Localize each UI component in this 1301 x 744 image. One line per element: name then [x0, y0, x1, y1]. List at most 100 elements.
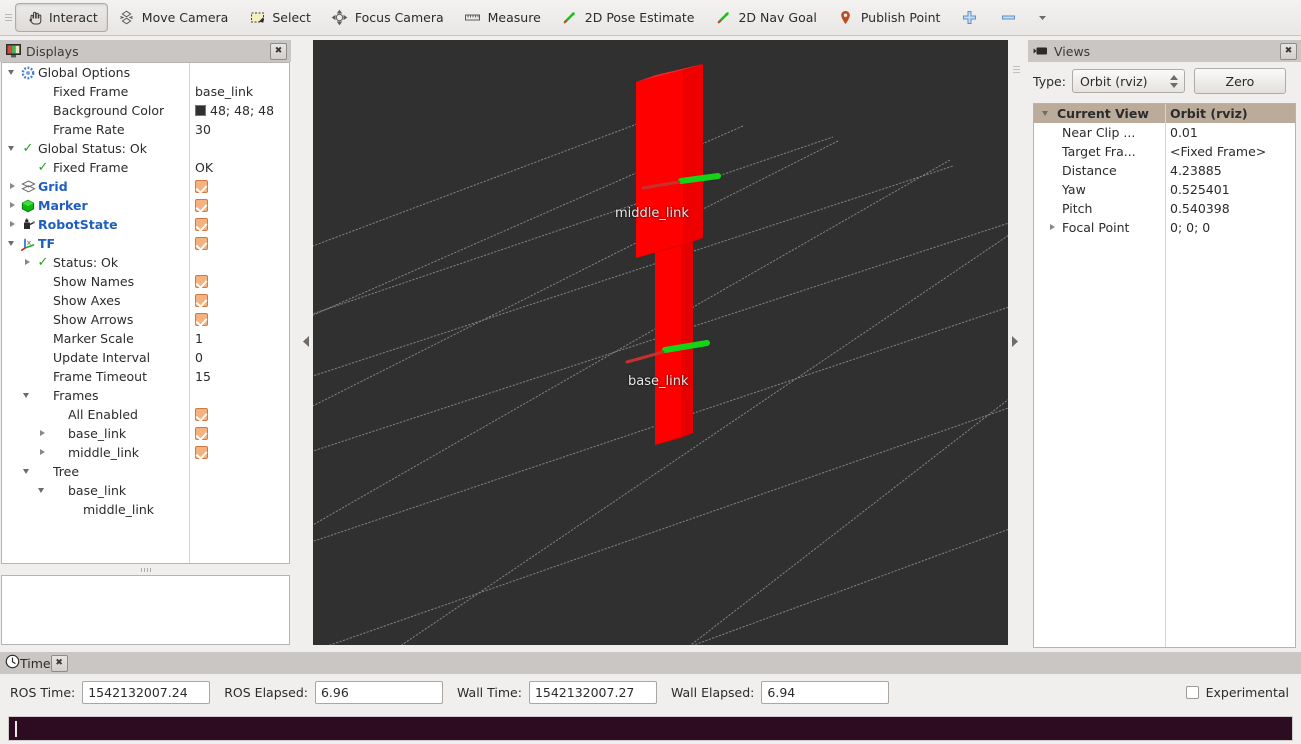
tool-add-plus[interactable] — [950, 3, 994, 32]
checkbox-checked-icon[interactable] — [195, 218, 208, 231]
chevron-down-icon[interactable] — [23, 467, 32, 476]
time-close-button[interactable]: ✖ — [50, 654, 68, 672]
display-tree-row[interactable]: Show Names — [2, 272, 289, 291]
tool-move-camera[interactable]: Move Camera — [108, 3, 239, 32]
view-property-row[interactable]: Yaw 0.525401 — [1034, 180, 1295, 199]
display-tree-row[interactable]: Fixed Frame base_link — [2, 82, 289, 101]
view-property-value[interactable]: 4.23885 — [1170, 161, 1222, 180]
display-tree-row[interactable]: middle_link — [2, 443, 289, 462]
display-tree-row[interactable]: TF — [2, 234, 289, 253]
view-type-combobox[interactable]: Orbit (rviz) — [1071, 69, 1185, 93]
display-enabled-checkbox[interactable] — [195, 291, 208, 310]
tool-2d-nav-goal[interactable]: 2D Nav Goal — [704, 3, 826, 32]
views-close-button[interactable]: ✖ — [1280, 42, 1297, 60]
display-enabled-checkbox[interactable] — [195, 405, 208, 424]
view-property-row[interactable]: Near Clip ... 0.01 — [1034, 123, 1295, 142]
chevron-right-icon[interactable] — [38, 429, 47, 438]
tool-select[interactable]: Select — [238, 3, 321, 32]
display-tree-row[interactable]: ✓ Status: Ok — [2, 253, 289, 272]
spinner-arrows-icon[interactable] — [1169, 74, 1180, 88]
ros-time-input[interactable]: 1542132007.24 — [82, 680, 211, 704]
display-tree-row[interactable]: Marker — [2, 196, 289, 215]
display-enabled-checkbox[interactable] — [195, 215, 208, 234]
chevron-down-icon[interactable] — [23, 391, 32, 400]
tool-2d-pose-estimate[interactable]: 2D Pose Estimate — [551, 3, 705, 32]
toolbar-drag-handle[interactable] — [3, 7, 13, 29]
view-property-row[interactable]: Pitch 0.540398 — [1034, 199, 1295, 218]
view-property-value[interactable]: <Fixed Frame> — [1170, 142, 1266, 161]
display-tree-row[interactable]: Frame Rate 30 — [2, 120, 289, 139]
tool-publish-point[interactable]: Publish Point — [827, 3, 951, 32]
display-tree-row[interactable]: RobotState — [2, 215, 289, 234]
display-enabled-checkbox[interactable] — [195, 234, 208, 253]
chevron-down-icon[interactable] — [38, 486, 47, 495]
zero-button[interactable]: Zero — [1193, 68, 1286, 94]
view-property-value[interactable]: 0.525401 — [1170, 180, 1230, 199]
display-tree-row[interactable]: Background Color 48; 48; 48 — [2, 101, 289, 120]
display-tree-row[interactable]: Show Arrows — [2, 310, 289, 329]
checkbox-checked-icon[interactable] — [195, 313, 208, 326]
tool-focus-camera[interactable]: Focus Camera — [321, 3, 454, 32]
chevron-down-icon[interactable] — [8, 68, 17, 77]
display-tree-row[interactable]: ✓ Global Status: Ok — [2, 139, 289, 158]
chevron-right-icon[interactable] — [1048, 223, 1057, 232]
display-tree-row[interactable]: Marker Scale 1 — [2, 329, 289, 348]
views-tree[interactable]: Current View Orbit (rviz) Near Clip ... 0… — [1033, 103, 1296, 648]
display-tree-row[interactable]: All Enabled — [2, 405, 289, 424]
display-enabled-checkbox[interactable] — [195, 424, 208, 443]
chevron-right-icon[interactable] — [23, 258, 32, 267]
checkbox-checked-icon[interactable] — [195, 294, 208, 307]
checkbox-checked-icon[interactable] — [195, 199, 208, 212]
display-enabled-checkbox[interactable] — [195, 272, 208, 291]
ros-elapsed-input[interactable]: 6.96 — [314, 680, 443, 704]
chevron-right-icon[interactable] — [8, 201, 17, 210]
view-property-row[interactable]: Focal Point 0; 0; 0 — [1034, 218, 1295, 237]
chevron-right-icon[interactable] — [8, 182, 17, 191]
display-tree-row[interactable]: base_link — [2, 424, 289, 443]
display-tree-row[interactable]: base_link — [2, 481, 289, 500]
toolbar-overflow-button[interactable] — [1028, 3, 1056, 32]
terminal-output-bar[interactable] — [8, 716, 1293, 741]
display-tree-row[interactable]: Tree — [2, 462, 289, 481]
current-view-expander[interactable] — [1042, 109, 1051, 118]
tool-interact[interactable]: Interact — [15, 3, 108, 32]
checkbox-checked-icon[interactable] — [195, 427, 208, 440]
wall-elapsed-input[interactable]: 6.94 — [761, 680, 890, 704]
view-property-value[interactable]: 0.01 — [1170, 123, 1198, 142]
view-property-value[interactable]: 0; 0; 0 — [1170, 218, 1210, 237]
display-tree-row[interactable]: middle_link — [2, 500, 289, 519]
view-property-row[interactable]: Target Fra... <Fixed Frame> — [1034, 142, 1295, 161]
display-tree-row[interactable]: Global Options — [2, 63, 289, 82]
tool-remove-minus[interactable] — [994, 3, 1028, 32]
tool-measure[interactable]: Measure — [454, 3, 551, 32]
display-enabled-checkbox[interactable] — [195, 196, 208, 215]
chevron-right-icon[interactable] — [38, 448, 47, 457]
view-property-row[interactable]: Distance 4.23885 — [1034, 161, 1295, 180]
display-tree-row[interactable]: Show Axes — [2, 291, 289, 310]
display-tree-row[interactable]: Grid — [2, 177, 289, 196]
right-splitter[interactable] — [1008, 40, 1021, 645]
chevron-down-icon[interactable] — [8, 144, 17, 153]
3d-render-view[interactable]: middle_link base_link — [313, 40, 1008, 645]
wall-time-input[interactable]: 1542132007.27 — [528, 680, 657, 704]
left-splitter[interactable] — [300, 40, 313, 645]
displays-splitter-handle[interactable] — [0, 565, 291, 574]
display-tree-row[interactable]: Frame Timeout 15 — [2, 367, 289, 386]
displays-tree[interactable]: Global Options Fixed Frame base_link Backgr… — [1, 62, 290, 564]
display-enabled-checkbox[interactable] — [195, 310, 208, 329]
display-tree-row[interactable]: Update Interval 0 — [2, 348, 289, 367]
checkbox-checked-icon[interactable] — [195, 446, 208, 459]
displays-close-button[interactable]: ✖ — [270, 42, 287, 60]
checkbox-checked-icon[interactable] — [195, 408, 208, 421]
display-tree-row[interactable]: Frames — [2, 386, 289, 405]
right-splitter-grip[interactable] — [1013, 66, 1020, 73]
chevron-right-icon[interactable] — [8, 220, 17, 229]
display-tree-row[interactable]: ✓ Fixed Frame OK — [2, 158, 289, 177]
collapse-left-icon[interactable] — [302, 335, 311, 351]
chevron-down-icon[interactable] — [8, 239, 17, 248]
display-enabled-checkbox[interactable] — [195, 443, 208, 462]
experimental-checkbox[interactable] — [1185, 685, 1199, 699]
collapse-right-icon[interactable] — [1010, 335, 1019, 351]
display-enabled-checkbox[interactable] — [195, 177, 208, 196]
checkbox-checked-icon[interactable] — [195, 275, 208, 288]
